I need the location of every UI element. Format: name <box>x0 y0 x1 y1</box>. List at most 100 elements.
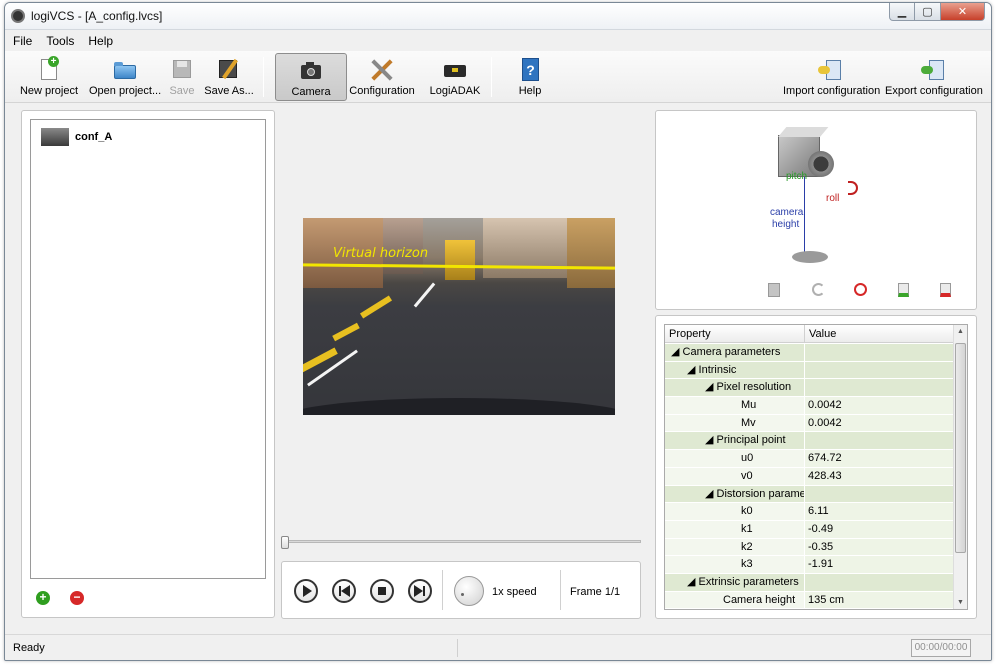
menu-help[interactable]: Help <box>88 34 113 48</box>
help-button[interactable]: ? Help <box>510 53 550 101</box>
table-row[interactable]: ◢ Intrinsic <box>665 361 955 380</box>
refresh-button[interactable] <box>812 283 826 297</box>
scroll-up-icon[interactable]: ▲ <box>957 328 964 335</box>
table-row[interactable]: Mu 0.0042 <box>665 397 955 415</box>
stop-button[interactable] <box>370 579 394 603</box>
device-icon <box>442 57 468 83</box>
crosshair-icon <box>854 283 867 296</box>
height-label-line2: height <box>772 219 800 230</box>
status-bar: Ready 00:00/00:00 <box>5 634 991 660</box>
copy-button[interactable] <box>768 283 782 297</box>
table-row[interactable]: ◢ Principal point <box>665 432 955 451</box>
app-logo-icon <box>11 9 25 23</box>
project-thumbnail <box>41 128 69 146</box>
next-frame-button[interactable] <box>408 579 432 603</box>
scrollbar-thumb[interactable] <box>955 343 966 553</box>
timeline-slider[interactable] <box>281 536 641 549</box>
property-value[interactable]: 135 cm <box>805 591 955 609</box>
logiadak-tab-button[interactable]: LogiADAK <box>427 53 483 101</box>
floppy-disk-icon <box>169 57 195 83</box>
table-row[interactable]: k3 -1.91 <box>665 556 955 574</box>
property-value[interactable]: 0.0042 <box>805 397 955 414</box>
target-button[interactable] <box>854 283 868 297</box>
play-button[interactable] <box>294 579 318 603</box>
property-table: Property Value ◢ Camera parameters ◢ Int… <box>664 324 968 610</box>
table-row[interactable]: k0 6.11 <box>665 503 955 521</box>
table-row[interactable]: ◢ Camera parameters <box>665 344 955 362</box>
save-as-button[interactable]: Save As... <box>203 53 255 101</box>
height-axis-line <box>804 177 805 253</box>
frame-counter: Frame 1/1 <box>570 586 621 598</box>
height-label-line1: camera <box>770 207 804 218</box>
property-value[interactable]: -1.91 <box>805 556 955 573</box>
previous-frame-button[interactable] <box>332 579 356 603</box>
menu-tools[interactable]: Tools <box>46 34 74 48</box>
property-name: Extrinsic parameters <box>698 575 799 588</box>
add-project-button[interactable]: + <box>36 591 50 605</box>
roll-label: roll <box>826 193 840 204</box>
toolbar: + New project Open project... Save Save … <box>5 51 991 103</box>
new-project-button[interactable]: + New project <box>19 53 79 101</box>
value-column-header: Value <box>809 328 837 340</box>
property-name: k2 <box>665 538 805 556</box>
property-name: Camera height <box>665 591 805 609</box>
save-button[interactable]: Save <box>167 53 197 101</box>
stop-icon <box>378 587 386 595</box>
timeline-slider-handle[interactable] <box>281 536 289 549</box>
configuration-tab-button[interactable]: Configuration <box>349 53 415 101</box>
table-row[interactable]: ◢ Pixel resolution <box>665 379 955 398</box>
table-row[interactable]: ◢ Extrinsic parameters <box>665 573 955 592</box>
import-params-icon <box>898 283 909 297</box>
property-name: u0 <box>665 450 805 467</box>
project-label: conf_A <box>75 131 113 143</box>
configuration-label: Configuration <box>349 85 415 97</box>
property-name: Principal point <box>716 434 786 447</box>
camera-lens <box>808 151 834 177</box>
property-value[interactable]: -0.49 <box>805 520 955 538</box>
property-value[interactable]: 0.0042 <box>805 414 955 432</box>
property-value <box>805 362 955 379</box>
list-item[interactable]: conf_A <box>41 128 112 146</box>
property-value[interactable]: -0.35 <box>805 538 955 556</box>
import-params-button[interactable] <box>898 283 912 297</box>
ground-ellipse <box>792 251 828 263</box>
copy-icon <box>768 283 780 297</box>
scroll-down-icon[interactable]: ▼ <box>957 599 964 606</box>
camera-tab-button[interactable]: Camera <box>275 53 347 101</box>
property-value <box>805 344 955 361</box>
table-row[interactable]: k2 -0.35 <box>665 538 955 557</box>
export-configuration-button[interactable]: Export configuration <box>885 53 983 101</box>
table-row[interactable]: v0 428.43 <box>665 467 955 486</box>
save-as-icon <box>216 57 242 83</box>
expand-arrow-icon: ◢ <box>671 346 683 358</box>
property-value[interactable]: 674.72 <box>805 450 955 467</box>
import-configuration-button[interactable]: Import configuration <box>783 53 880 101</box>
pitch-label: pitch <box>786 171 808 182</box>
close-button[interactable]: ✕ <box>941 3 985 21</box>
export-configuration-label: Export configuration <box>885 85 983 97</box>
property-value[interactable]: 6.11 <box>805 503 955 520</box>
property-table-header: Property Value <box>665 325 955 343</box>
menu-file[interactable]: File <box>13 34 32 48</box>
new-document-icon: + <box>36 56 62 83</box>
import-icon <box>817 57 843 83</box>
table-row[interactable]: ◢ Distorsion parameters <box>665 485 955 504</box>
open-project-label: Open project... <box>89 85 162 97</box>
speed-knob[interactable] <box>454 576 484 606</box>
property-value[interactable]: 428.43 <box>805 467 955 485</box>
open-project-button[interactable]: Open project... <box>89 53 161 101</box>
property-scrollbar[interactable]: ▲ ▼ <box>953 325 967 609</box>
export-params-button[interactable] <box>940 283 954 297</box>
property-name: k3 <box>665 556 805 573</box>
table-row[interactable]: k1 -0.49 <box>665 520 955 539</box>
camera-diagram-panel: pitch roll camera height <box>655 110 977 310</box>
skip-forward-icon <box>414 585 423 597</box>
window-title: logiVCS - [A_config.lvcs] <box>31 9 163 23</box>
table-row[interactable]: Mv 0.0042 <box>665 414 955 433</box>
remove-project-button[interactable]: − <box>70 591 84 605</box>
maximize-button[interactable]: ▢ <box>915 3 941 21</box>
table-row[interactable]: u0 674.72 <box>665 450 955 468</box>
minimize-button[interactable]: ▁ <box>889 3 915 21</box>
table-row[interactable]: Camera height 135 cm <box>665 591 955 609</box>
help-book-icon: ? <box>517 57 543 83</box>
